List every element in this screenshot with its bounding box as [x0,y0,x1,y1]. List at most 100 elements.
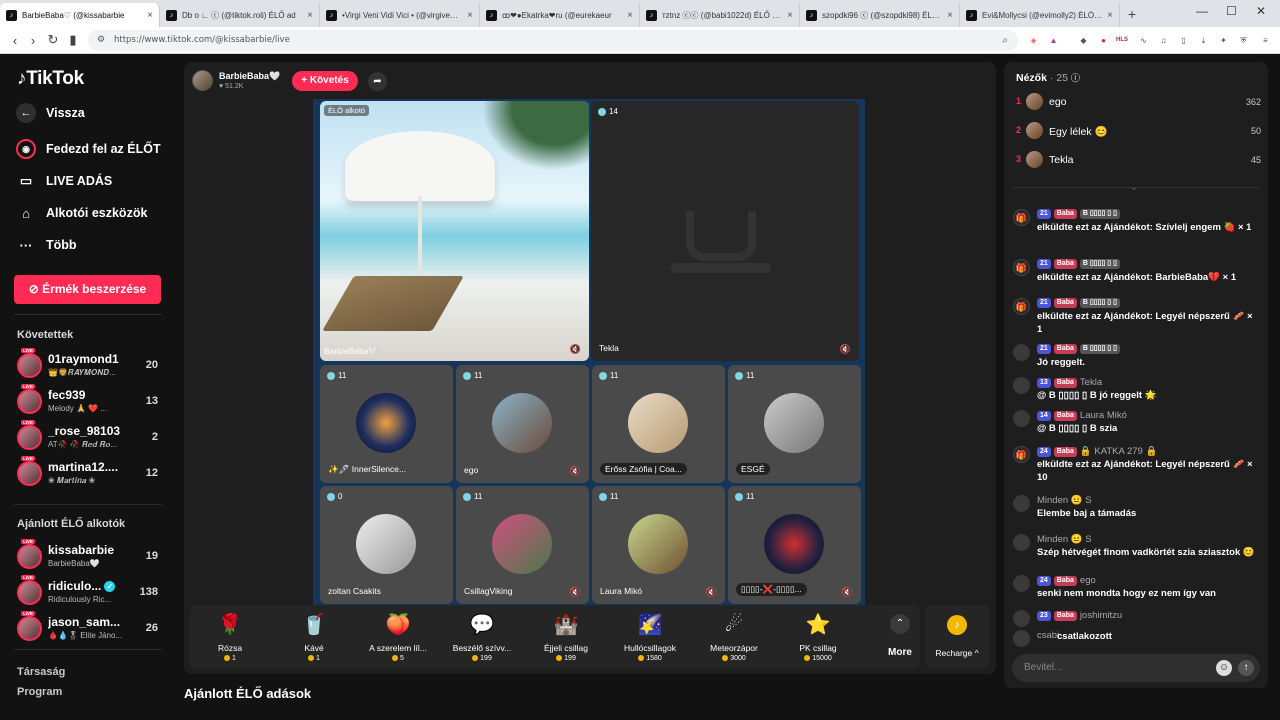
browser-tab[interactable]: ♪ Db o ∟ ⓒ (@tiktok.roli) ÉLŐ ad × [160,3,320,27]
avatar[interactable] [1013,575,1030,592]
bookmark-icon[interactable]: ▮ [62,32,84,48]
gift-item[interactable]: 🍑 A szerelem líl... 5 [358,605,438,668]
account-item[interactable]: LIVE fec939 Melody 🙏 ❤️ ... 13 [17,384,163,418]
share-icon[interactable]: ➦ [368,72,387,91]
host-video-tile[interactable]: ÉLŐ alkotó BarbieBaba🤍 🔇 [320,101,589,361]
reload-icon[interactable]: ↻ [42,32,64,48]
close-tab-icon[interactable]: × [147,10,153,21]
close-tab-icon[interactable]: × [467,10,473,21]
avatar[interactable] [1013,344,1030,361]
tiktok-logo[interactable]: ♪TikTok [17,68,84,90]
footer-link-company[interactable]: Társaság [17,666,65,678]
chat-username[interactable]: Tekla [1080,377,1102,388]
hls-extension-icon[interactable]: HLS [1116,35,1128,46]
forward-icon[interactable]: › [22,33,44,48]
browser-tab[interactable]: ♪ •Virgi Veni Vidi Vici • (@virgivenivic × [320,3,480,27]
new-tab-button[interactable]: + [1120,3,1144,27]
account-item[interactable]: LIVE jason_sam... 🩸💧🎖 Elite Jáno... 26 [17,611,163,645]
browser-tab[interactable]: ♪ ꝏ❤●Ekatrka❤ru (@eurekaeur × [480,3,640,27]
maximize-icon[interactable]: ☐ [1226,4,1237,18]
chat-username[interactable]: csabi [1037,630,1059,641]
nav-item[interactable]: ▭ LIVE ADÁS [16,171,112,191]
expand-chevron-icon[interactable]: ⌄ [1130,182,1138,193]
close-window-icon[interactable]: ✕ [1256,4,1266,18]
gift-item[interactable]: ⭐ PK csillag 15000 [778,605,858,668]
chat-username[interactable]: Laura Mikó [1080,410,1127,421]
extension-colors-icon[interactable]: ● [1098,35,1109,46]
guest-video-tile[interactable]: 0 zoltan Csakits [320,486,453,604]
host-avatar[interactable] [192,70,213,91]
close-tab-icon[interactable]: × [1107,10,1113,21]
avatar[interactable] [1013,534,1030,551]
footer-link-program[interactable]: Program [17,686,62,698]
close-tab-icon[interactable]: × [787,10,793,21]
brave-shield-icon[interactable]: ◈ [1028,35,1039,46]
avatar[interactable] [1013,495,1030,512]
gift-item[interactable]: 🏰 Éjjeli csillag 199 [526,605,606,668]
browser-tab[interactable]: ♪ Evi&Mollycsi (@evimolly2) ÉLŐ adá × [960,3,1120,27]
emoji-icon[interactable]: ☺ [1216,660,1232,676]
gift-item[interactable]: 🌹 Rózsa 1 [190,605,270,668]
guest-video-tile[interactable]: 11 ▯▯▯▯-❌-▯▯▯▯... 🔇 [728,486,861,604]
download-icon[interactable]: ⤓ [1198,35,1209,46]
extension-music-icon[interactable]: ♫ [1158,35,1169,46]
close-tab-icon[interactable]: × [947,10,953,21]
guest-video-tile[interactable]: 11 ego 🔇 [456,365,589,483]
host-name[interactable]: BarbieBaba🤍 [219,71,280,82]
top-viewer-row[interactable]: 2 Egy lélek 😊 50 [1016,121,1261,141]
browser-tab[interactable]: ♪szopdki96 ⓒ (@szopdki98) ÉLŐ adás× [800,3,960,27]
nav-item[interactable]: ··· Több [16,235,77,255]
account-item[interactable]: LIVE martina12.... ❀ 𝑴𝒂𝒓𝒕𝒊𝒏𝒂 ❀ 12 [17,456,163,490]
more-gifts-button[interactable]: ⌃ More [876,605,924,668]
rewards-icon[interactable]: ▲ [1048,35,1059,46]
account-item[interactable]: LIVE kissabarbie BarbieBaba🤍 19 [17,539,163,573]
guest-video-tile[interactable]: 11 CsillagViking 🔇 [456,486,589,604]
chat-username[interactable]: ego [1080,575,1096,586]
browser-tab[interactable]: ♪ тztnz ⓒⓒ (@babi1022d) ÉLŐ adás × [640,3,800,27]
recharge-button[interactable]: ♪ Recharge ^ [925,605,989,668]
menu-icon[interactable]: ≡ [1260,35,1271,46]
send-icon[interactable]: ↑ [1238,660,1254,676]
top-viewer-row[interactable]: 1 ego 362 [1016,92,1261,112]
vpn-icon[interactable]: ⛨ [1238,35,1249,46]
avatar[interactable] [1013,410,1030,427]
guest-video-tile[interactable]: 11 Erőss Zsófia | Coa... [592,365,725,483]
guest-video-tile[interactable]: 11 ✨🖊 InnerSilence... [320,365,453,483]
guest-video-tile[interactable]: 11 ESGÉ [728,365,861,483]
nav-item[interactable]: ⌂ Alkotói eszközök [16,203,147,223]
back-link[interactable]: ← Vissza [16,103,85,123]
sidebar-toggle-icon[interactable]: ▯ [1178,35,1189,46]
account-item[interactable]: LIVE ridiculo... ✓ Ridiculously Ric... 138 [17,575,163,609]
chat-username[interactable]: Minden 😐 S [1037,495,1092,506]
chat-username[interactable]: joshimitzu [1080,610,1122,621]
minimize-icon[interactable]: — [1196,4,1208,18]
gift-item[interactable]: 🥤 Kávé 1 [274,605,354,668]
guest-video-tile[interactable]: 14 Tekla 🔇 [591,101,859,361]
gift-item[interactable]: 🌠 Hullócsillagok 1580 [610,605,690,668]
top-viewer-row[interactable]: 3 Tekla 45 [1016,150,1261,170]
viewers-header[interactable]: Nézők · 25 ⓘ [1016,71,1080,84]
browser-tab[interactable]: ♪ BarbieBaba♡ (@kissabarbie × [0,3,160,27]
gift-item[interactable]: 💬 Beszélő szívv... 199 [442,605,522,668]
extension-wave-icon[interactable]: ∿ [1138,35,1149,46]
chat-input[interactable]: Bevitel... ☺ ↑ [1012,654,1260,682]
leo-icon[interactable]: ✦ [1218,35,1229,46]
info-icon[interactable]: ⓘ [1071,73,1080,83]
get-coins-button[interactable]: ⊘ Érmék beszerzése [14,275,161,304]
avatar[interactable] [1013,630,1030,647]
avatar[interactable] [1013,377,1030,394]
nav-item[interactable]: ◉ Fedezd fel az ÉLŐT [16,139,161,159]
guest-video-tile[interactable]: 11 Laura Mikó 🔇 [592,486,725,604]
chat-username[interactable]: 🔒 KATKA 279 🔒 [1080,446,1157,457]
account-item[interactable]: LIVE _rose_98103 AT🥀 🥀 𝑹𝒆𝒅 𝑹𝒐... 2 [17,420,163,454]
extension-shield-icon[interactable]: ◆ [1078,35,1089,46]
avatar[interactable] [1013,610,1030,627]
zoom-icon[interactable]: ⌕ [1002,30,1008,51]
close-tab-icon[interactable]: × [307,10,313,21]
chat-username[interactable]: Minden 😐 S [1037,534,1092,545]
site-settings-icon[interactable]: ⚙ [97,30,105,51]
follow-button[interactable]: + Követés [292,71,358,91]
close-tab-icon[interactable]: × [627,10,633,21]
account-item[interactable]: LIVE 01raymond1 👑🦁𝑹𝑨𝒀𝑴𝑶𝑵𝑫... 20 [17,348,163,382]
gift-item[interactable]: ☄ Meteorzápor 3000 [694,605,774,668]
